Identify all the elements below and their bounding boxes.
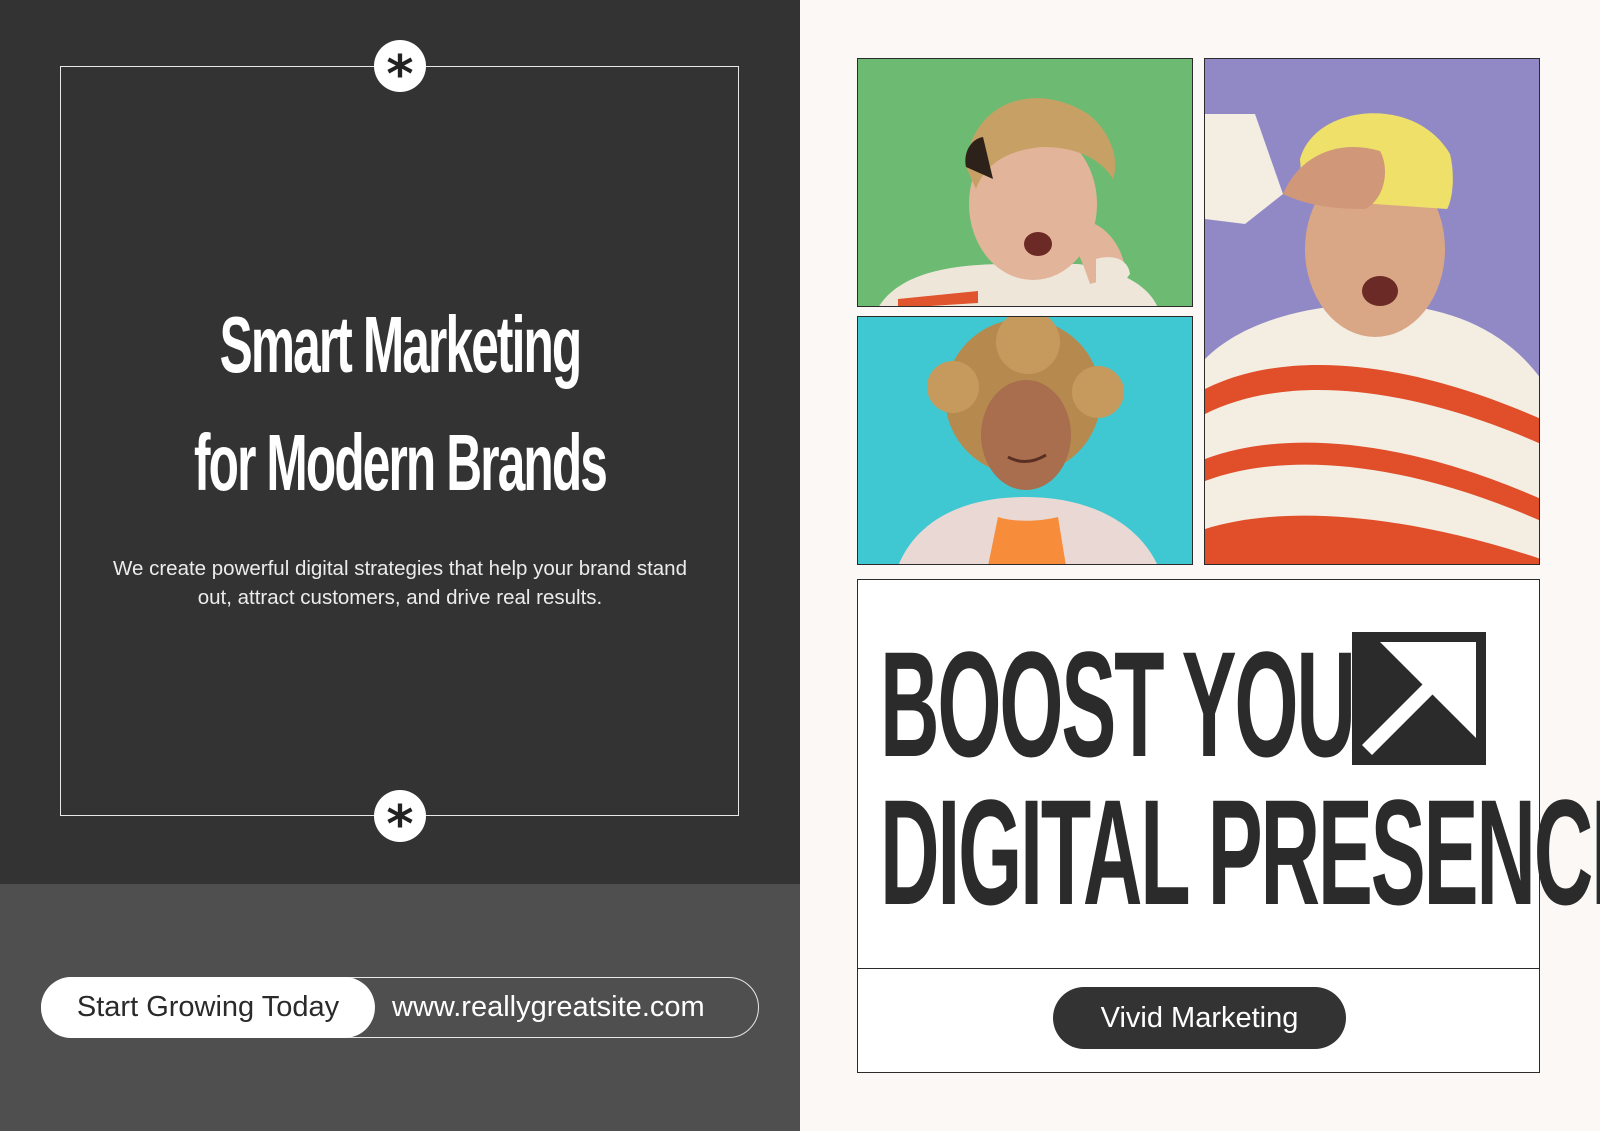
- boost-card: BOOST YOUR DIGITAL PRESENCE Vivid Market…: [857, 579, 1600, 1073]
- boost-line-1: BOOST YOUR: [880, 620, 1413, 788]
- headline-line-1: Smart Marketing: [219, 300, 583, 389]
- headline-line-2: for Modern Brands: [193, 418, 608, 507]
- photo-person-cyan: [857, 316, 1193, 565]
- tagline: We create powerful digital strategies th…: [113, 557, 687, 609]
- page-title: Smart Marketing for Modern Brands: [0, 286, 800, 522]
- boost-line-2: DIGITAL PRESENCE: [880, 768, 1600, 936]
- boost-headline: BOOST YOUR DIGITAL PRESENCE: [880, 620, 1600, 936]
- asterisk-icon: *: [374, 790, 426, 851]
- asterisk-icon: *: [374, 40, 426, 101]
- divider: [858, 968, 1539, 969]
- brand-button[interactable]: Vivid Marketing: [1053, 987, 1346, 1049]
- arrow-up-right-icon: [1352, 632, 1486, 765]
- cta-pill: Start Growing Today www.reallygreatsite.…: [41, 977, 759, 1038]
- website-link[interactable]: www.reallygreatsite.com: [392, 978, 705, 1036]
- photo-person-purple: [1204, 58, 1540, 565]
- photo-person-green: [857, 58, 1193, 307]
- person-illustration: [1205, 59, 1539, 564]
- start-growing-button[interactable]: Start Growing Today: [41, 977, 375, 1038]
- person-illustration: [858, 59, 1192, 306]
- person-illustration: [858, 317, 1192, 564]
